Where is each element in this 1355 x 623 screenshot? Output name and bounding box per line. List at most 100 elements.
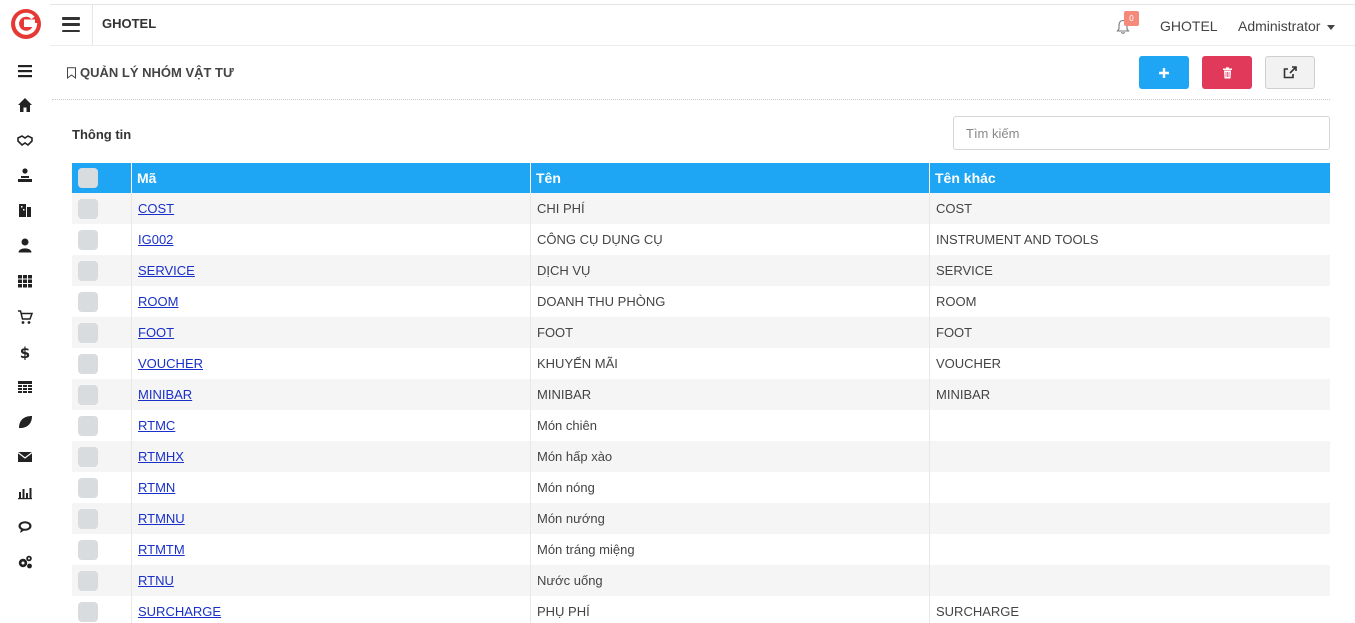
table-row[interactable]: MINIBAR MINIBAR MINIBAR: [72, 379, 1330, 410]
column-header-code[interactable]: Mã: [132, 163, 531, 193]
code-link[interactable]: MINIBAR: [138, 387, 192, 402]
code-link[interactable]: RTMHX: [138, 449, 184, 464]
trash-icon: [1222, 66, 1232, 78]
code-link[interactable]: FOOT: [138, 325, 174, 340]
name-cell: Món nướng: [531, 503, 930, 534]
row-select-cell: [72, 503, 132, 534]
user-menu[interactable]: Administrator: [1238, 18, 1336, 34]
comments-icon[interactable]: [15, 518, 35, 536]
menu-icon[interactable]: [15, 62, 35, 80]
plus-icon: [1159, 67, 1169, 78]
table-row[interactable]: COST CHI PHÍ COST: [72, 193, 1330, 224]
table-row[interactable]: ROOM DOANH THU PHÒNG ROOM: [72, 286, 1330, 317]
code-link[interactable]: RTMN: [138, 480, 175, 495]
other-name-cell: [930, 534, 1330, 565]
table-row[interactable]: RTMHX Món hấp xào: [72, 441, 1330, 472]
code-link[interactable]: COST: [138, 201, 174, 216]
svg-text:$: $: [20, 344, 30, 360]
row-checkbox[interactable]: [78, 322, 98, 343]
column-header-other-name[interactable]: Tên khác: [930, 163, 1330, 193]
header-divider: [52, 99, 1330, 100]
select-all-checkbox[interactable]: [78, 168, 98, 188]
row-select-cell: [72, 565, 132, 596]
row-checkbox[interactable]: [78, 384, 98, 405]
row-select-cell: [72, 286, 132, 317]
table-row[interactable]: RTMN Món nóng: [72, 472, 1330, 503]
code-link[interactable]: ROOM: [138, 294, 178, 309]
table-row[interactable]: RTMNU Món nướng: [72, 503, 1330, 534]
code-cell: RTMTM: [132, 534, 531, 565]
ghotel-logo[interactable]: [10, 8, 42, 40]
code-link[interactable]: VOUCHER: [138, 356, 203, 371]
bookmark-icon: [67, 66, 76, 79]
row-checkbox[interactable]: [78, 291, 98, 312]
table-row[interactable]: RTMC Món chiên: [72, 410, 1330, 441]
row-checkbox[interactable]: [78, 570, 98, 591]
handshake-icon[interactable]: [15, 131, 35, 149]
other-name-cell: [930, 410, 1330, 441]
cogs-icon[interactable]: [15, 553, 35, 571]
caret-down-icon: [1327, 24, 1336, 30]
cart-icon[interactable]: [15, 308, 35, 326]
table-row[interactable]: SURCHARGE PHỤ PHÍ SURCHARGE: [72, 596, 1330, 623]
table-row[interactable]: SERVICE DỊCH VỤ SERVICE: [72, 255, 1330, 286]
row-checkbox[interactable]: [78, 539, 98, 560]
hamburger-menu-icon[interactable]: [62, 17, 80, 33]
table-row[interactable]: RTMTM Món tráng miệng: [72, 534, 1330, 565]
row-checkbox[interactable]: [78, 415, 98, 436]
dollar-icon[interactable]: $: [15, 343, 35, 361]
add-button[interactable]: [1139, 56, 1189, 89]
row-checkbox[interactable]: [78, 477, 98, 498]
export-button[interactable]: [1265, 56, 1315, 89]
user-icon[interactable]: [15, 236, 35, 254]
name-cell: PHỤ PHÍ: [531, 596, 930, 623]
table-row[interactable]: FOOT FOOT FOOT: [72, 317, 1330, 348]
reception-icon[interactable]: [15, 166, 35, 184]
code-link[interactable]: SURCHARGE: [138, 604, 221, 619]
building-icon[interactable]: [15, 201, 35, 219]
row-select-cell: [72, 348, 132, 379]
select-all-cell: [72, 163, 132, 193]
code-cell: SERVICE: [132, 255, 531, 286]
other-name-cell: INSTRUMENT AND TOOLS: [936, 232, 1099, 247]
code-link[interactable]: SERVICE: [138, 263, 195, 278]
other-name-cell: SERVICE: [936, 263, 993, 278]
other-name-cell: SURCHARGE: [936, 604, 1020, 619]
bar-chart-icon[interactable]: [15, 483, 35, 501]
table-header: Mã Tên Tên khác: [72, 163, 1330, 193]
table-icon[interactable]: [15, 378, 35, 396]
code-link[interactable]: RTMTM: [138, 542, 185, 557]
delete-button[interactable]: [1202, 56, 1252, 89]
row-checkbox[interactable]: [78, 353, 98, 374]
table-row[interactable]: VOUCHER KHUYẾN MÃI VOUCHER: [72, 348, 1330, 379]
table-row[interactable]: RTNU Nước uống: [72, 565, 1330, 596]
row-checkbox[interactable]: [78, 508, 98, 529]
code-link[interactable]: RTNU: [138, 573, 174, 588]
material-group-table: Mã Tên Tên khác COST CHI PHÍ COST IG002 CÔNG…: [72, 163, 1330, 623]
leaf-icon[interactable]: [15, 413, 35, 431]
code-link[interactable]: RTMC: [138, 418, 175, 433]
notification-badge: 0: [1124, 11, 1139, 26]
row-checkbox[interactable]: [78, 198, 98, 219]
row-checkbox[interactable]: [78, 229, 98, 250]
row-select-cell: [72, 472, 132, 503]
row-checkbox[interactable]: [78, 446, 98, 467]
name-cell: Nước uống: [531, 565, 930, 596]
code-cell: MINIBAR: [132, 379, 531, 410]
name-cell: MINIBAR: [531, 379, 930, 410]
code-link[interactable]: RTMNU: [138, 511, 185, 526]
row-select-cell: [72, 596, 132, 623]
code-cell: RTMN: [132, 472, 531, 503]
table-row[interactable]: IG002 CÔNG CỤ DỤNG CỤ INSTRUMENT AND TOOLS: [72, 224, 1330, 255]
row-checkbox[interactable]: [78, 260, 98, 281]
grid-icon[interactable]: [15, 272, 35, 290]
home-icon[interactable]: [15, 96, 35, 114]
code-link[interactable]: IG002: [138, 232, 173, 247]
search-input[interactable]: [953, 116, 1330, 150]
envelope-icon[interactable]: [15, 448, 35, 466]
column-header-name[interactable]: Tên: [531, 163, 930, 193]
row-checkbox[interactable]: [78, 601, 98, 622]
other-name-cell: [930, 565, 1330, 596]
name-cell: DOANH THU PHÒNG: [531, 286, 930, 317]
name-cell: Món nóng: [531, 472, 930, 503]
